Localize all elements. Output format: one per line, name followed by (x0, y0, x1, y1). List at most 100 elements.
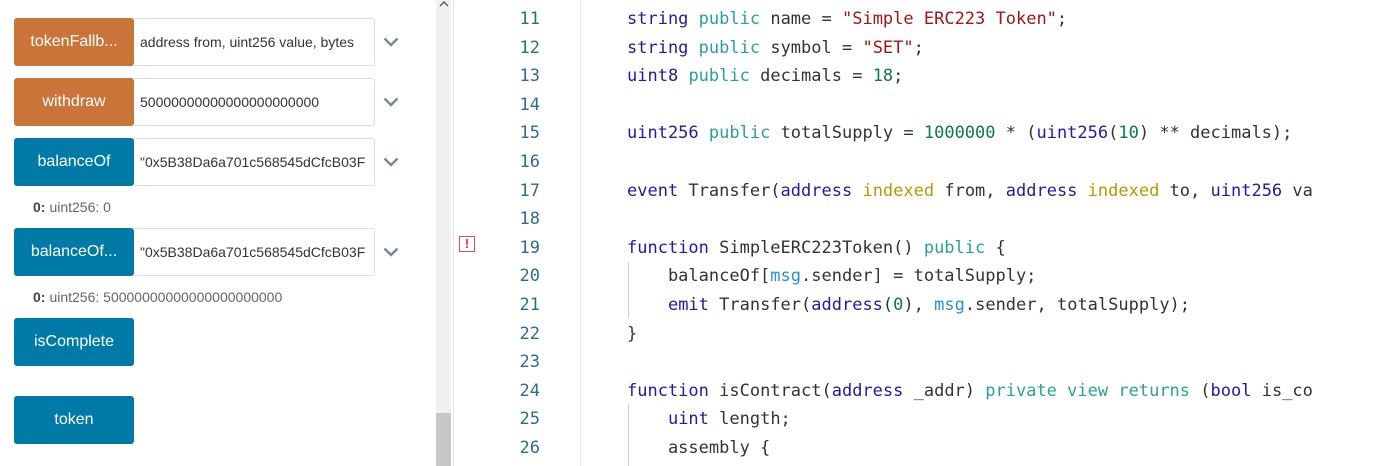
code-token: .sender] = totalSupply; (801, 266, 1037, 287)
panel-scrollbar[interactable] (436, 0, 451, 466)
code-line: 15 uint256 public totalSupply = 1000000 *… (454, 119, 1397, 147)
code-token: event (627, 180, 679, 201)
code-token: ), (903, 295, 935, 315)
code-token: uint (667, 409, 709, 430)
code-token: indexed (862, 180, 935, 201)
tokenfallback-button[interactable]: tokenFallb... (14, 18, 134, 66)
code-token: from, (934, 180, 1006, 201)
balanceof-button[interactable]: balanceOf (14, 138, 134, 186)
code-token: public (698, 9, 761, 29)
balanceof-2-result: 0: uint256: 50000000000000000000000 (33, 289, 282, 305)
code-text: uint length; (627, 405, 791, 433)
code-line: 22} (454, 320, 1397, 348)
code-token: address (811, 295, 883, 315)
code-token: uint256 (1210, 180, 1283, 201)
token-button[interactable]: token (14, 396, 134, 444)
code-line: 21 emit Transfer(address(0), msg.sender,… (454, 291, 1397, 319)
code-token: isContract( (708, 380, 832, 401)
code-line: 16 (454, 148, 1397, 176)
code-line: 24 function isContract(address _addr) pri… (454, 377, 1397, 405)
code-token: name = (760, 9, 842, 29)
code-token: 18 (872, 66, 894, 87)
code-token: address (831, 380, 904, 401)
code-token: } (627, 323, 638, 344)
code-token: 10 (1118, 123, 1139, 144)
code-line: 23 (454, 348, 1397, 376)
chevron-down-icon[interactable] (383, 152, 399, 172)
balanceof-address-input[interactable] (134, 138, 375, 186)
chevron-down-icon[interactable] (383, 242, 399, 262)
line-number: 19 (519, 237, 540, 258)
code-token: balanceOf[ (627, 266, 771, 287)
code-token: ; (1056, 9, 1068, 29)
code-token: uint256 (1036, 123, 1109, 144)
code-token: totalSupply = (770, 123, 924, 144)
balanceof-2-address-input[interactable] (134, 228, 375, 276)
line-number: 20 (519, 266, 540, 287)
withdraw-amount-input[interactable] (134, 78, 375, 126)
code-token: SimpleERC223Token() (708, 237, 924, 258)
code-token: msg (934, 295, 965, 315)
line-number: 25 (519, 409, 540, 430)
code-text: event Transfer(address indexed from, add… (627, 177, 1313, 205)
code-token: assembly { (627, 438, 771, 458)
line-number: 17 (519, 180, 540, 201)
code-line: 26 assembly { (454, 434, 1397, 462)
code-editor[interactable]: ! 11 string public name = "Simple ERC223 … (454, 0, 1397, 466)
line-number: 13 (519, 66, 540, 87)
line-number: 14 (519, 94, 540, 115)
code-token: indexed (1087, 180, 1160, 201)
code-token: * ( (995, 123, 1037, 144)
result-value: uint256: 0 (49, 199, 111, 215)
code-token: ) ** decimals); (1138, 123, 1293, 144)
code-token: public (923, 237, 986, 258)
code-token: 0 (893, 295, 904, 315)
code-text: function isContract(address _addr) priva… (627, 377, 1313, 405)
chevron-down-icon[interactable] (383, 32, 399, 52)
code-text: assembly { (627, 434, 770, 462)
code-token: ( (882, 295, 894, 315)
line-number: 26 (519, 438, 540, 458)
code-token: { (985, 237, 1006, 258)
chevron-down-icon[interactable] (383, 92, 399, 112)
line-number: 22 (519, 323, 540, 344)
code-token: "Simple ERC223 Token" (841, 9, 1057, 29)
code-token: ; (893, 66, 904, 87)
balanceof-2-button[interactable]: balanceOf... (14, 228, 134, 276)
line-number: 18 (519, 209, 540, 230)
withdraw-button[interactable]: withdraw (14, 78, 134, 126)
code-token: view (1067, 380, 1109, 401)
line-number: 23 (519, 352, 540, 373)
result-value: uint256: 50000000000000000000000 (49, 289, 283, 305)
line-number: 24 (519, 380, 540, 401)
result-index: 0: (33, 289, 46, 305)
code-token: ; (913, 37, 924, 58)
iscomplete-button[interactable]: isComplete (14, 318, 134, 366)
scroll-up-arrow-icon[interactable] (439, 0, 449, 8)
code-text: uint8 public decimals = 18; (627, 62, 903, 90)
tokenfallback-args-input[interactable] (134, 18, 375, 66)
code-token: _addr) (903, 380, 986, 401)
code-token: va (1282, 180, 1313, 201)
code-token: 1000000 (923, 123, 996, 144)
code-token: symbol = (760, 37, 863, 58)
code-token: function (627, 380, 709, 401)
code-text: } (627, 320, 637, 348)
code-text: uint256 public totalSupply = 1000000 * (… (627, 119, 1292, 147)
code-line: 18 (454, 205, 1397, 233)
code-token: string (627, 9, 689, 29)
code-line: 19 function SimpleERC223Token() public { (454, 234, 1397, 262)
code-token: address (780, 180, 853, 201)
code-line: 17 event Transfer(address indexed from, a… (454, 177, 1397, 205)
code-line: 14 (454, 91, 1397, 119)
code-token: private (985, 380, 1057, 401)
code-token: public (688, 66, 750, 87)
scrollbar-thumb[interactable] (436, 413, 451, 466)
